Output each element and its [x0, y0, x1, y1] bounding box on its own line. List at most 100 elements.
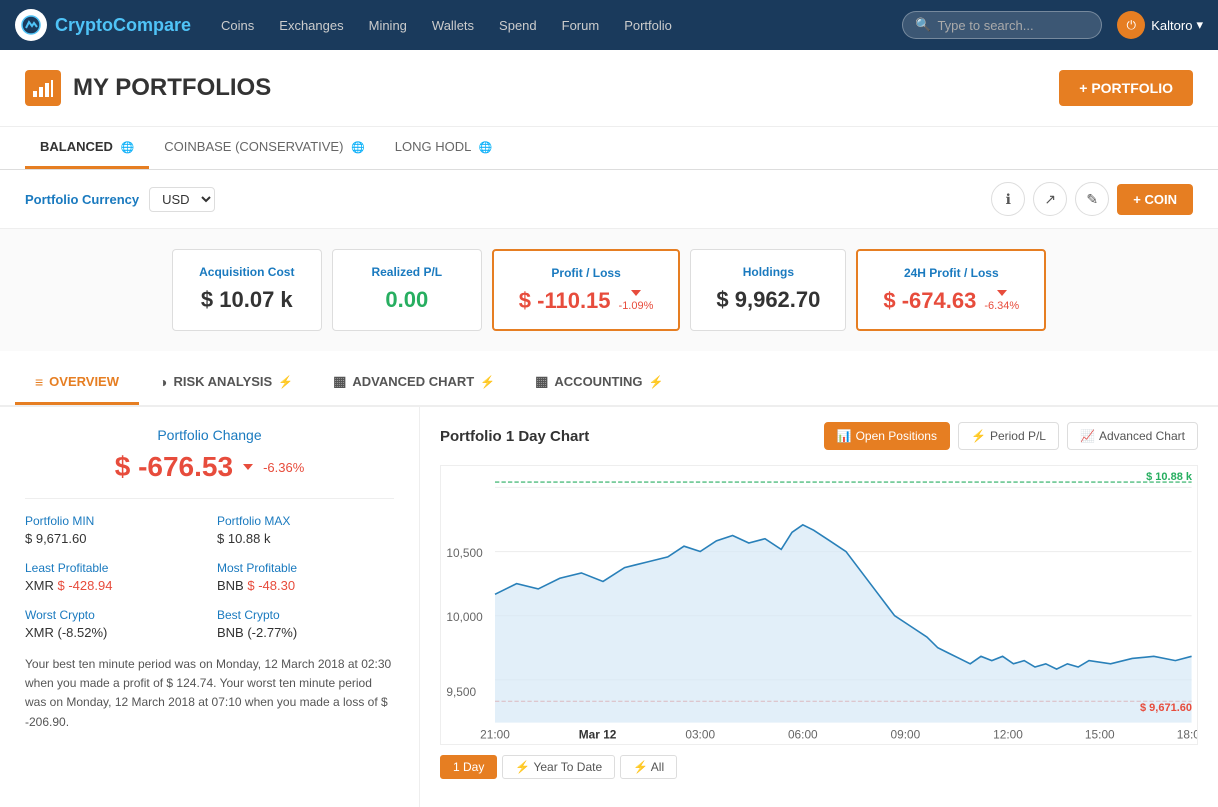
24h-profit-value: $ -674.63 — [883, 288, 976, 314]
accounting-icon: ▦ — [535, 373, 548, 390]
stat-holdings: Holdings $ 9,962.70 — [690, 249, 846, 331]
chart-min-label: $ 9,671.60 — [1140, 702, 1192, 714]
currency-select[interactable]: USD EUR BTC — [149, 187, 215, 212]
holdings-value: $ 9,962.70 — [716, 287, 820, 313]
user-dropdown-icon: ▾ — [1196, 17, 1203, 33]
worst-crypto-label: Worst Crypto — [25, 608, 202, 622]
nav-mining[interactable]: Mining — [359, 13, 417, 38]
tab-coinbase[interactable]: COINBASE (CONSERVATIVE) 🌐 — [149, 127, 379, 169]
portfolio-max: Portfolio MAX $ 10.88 k — [217, 514, 394, 546]
profit-loss-label: Profit / Loss — [519, 266, 654, 280]
logo[interactable]: CryptoCompare — [15, 9, 191, 41]
tab-longhodl[interactable]: LONG HODL 🌐 — [380, 127, 507, 169]
24h-down-arrow — [997, 290, 1007, 296]
chart-lightning-icon: ⚡ — [480, 375, 495, 389]
risk-icon: ◑ — [159, 374, 167, 390]
info-button[interactable]: ℹ — [991, 182, 1025, 216]
description-text: Your best ten minute period was on Monda… — [25, 655, 394, 732]
best-crypto-value: BNB (-2.77%) — [217, 625, 394, 640]
period-ytd[interactable]: ⚡ Year To Date — [502, 755, 615, 779]
globe-icon-longhodl: 🌐 — [478, 142, 492, 154]
24h-profit-sub: -6.34% — [984, 300, 1019, 312]
stat-acquisition: Acquisition Cost $ 10.07 k — [172, 249, 322, 331]
tab-accounting[interactable]: ▦ ACCOUNTING ⚡ — [515, 361, 683, 405]
nav-wallets[interactable]: Wallets — [422, 13, 484, 38]
tab-overview[interactable]: ≡ OVERVIEW — [15, 361, 139, 405]
chart-header: Portfolio 1 Day Chart 📊 Open Positions ⚡… — [440, 422, 1198, 450]
overview-stats-grid: Portfolio MIN $ 9,671.60 Portfolio MAX $… — [25, 514, 394, 640]
nav-exchanges[interactable]: Exchanges — [269, 13, 353, 38]
risk-lightning-icon: ⚡ — [278, 375, 293, 389]
logo-text: CryptoCompare — [55, 15, 191, 36]
tab-balanced[interactable]: BALANCED 🌐 — [25, 127, 149, 169]
portfolio-min-value: $ 9,671.60 — [25, 531, 202, 546]
user-menu[interactable]: ⏻ Kaltoro ▾ — [1117, 11, 1203, 39]
svg-text:10,500: 10,500 — [446, 546, 483, 560]
advanced-chart-icon: 📈 — [1080, 429, 1095, 443]
most-profitable-coin: BNB $ -48.30 — [217, 578, 394, 593]
page-title: MY PORTFOLIOS — [73, 74, 271, 102]
logo-icon — [15, 9, 47, 41]
user-avatar: ⏻ — [1117, 11, 1145, 39]
period-lightning-icon: ⚡ — [971, 429, 986, 443]
nav-spend[interactable]: Spend — [489, 13, 547, 38]
change-pct: -6.36% — [263, 460, 304, 475]
stats-row: Acquisition Cost $ 10.07 k Realized P/L … — [0, 229, 1218, 351]
chart-icon-open: 📊 — [837, 429, 852, 443]
change-title: Portfolio Change — [25, 427, 394, 443]
holdings-label: Holdings — [716, 265, 820, 279]
profit-loss-value: $ -110.15 — [519, 288, 611, 314]
share-button[interactable]: ↗ — [1033, 182, 1067, 216]
tab-advanced-chart[interactable]: ▦ ADVANCED CHART ⚡ — [313, 361, 515, 405]
currency-actions: ℹ ↗ ✎ + COIN — [991, 182, 1193, 216]
nav-portfolio[interactable]: Portfolio — [614, 13, 682, 38]
least-profitable-value: $ -428.94 — [58, 578, 113, 593]
change-down-arrow — [243, 464, 253, 470]
globe-icon-balanced: 🌐 — [121, 142, 135, 154]
chart-title: Portfolio 1 Day Chart — [440, 428, 589, 445]
advanced-chart-button[interactable]: 📈 Advanced Chart — [1067, 422, 1198, 450]
left-panel: Portfolio Change $ -676.53 -6.36% Portfo… — [0, 407, 420, 807]
least-profitable: Least Profitable XMR $ -428.94 — [25, 561, 202, 593]
period-all[interactable]: ⚡ All — [620, 755, 677, 779]
stat-profit-loss: Profit / Loss $ -110.15 -1.09% — [492, 249, 681, 331]
period-all-lightning: ⚡ — [633, 760, 648, 774]
svg-text:06:00: 06:00 — [788, 728, 818, 742]
period-pl-button[interactable]: ⚡ Period P/L — [958, 422, 1059, 450]
svg-text:21:00: 21:00 — [480, 728, 510, 742]
overview-label: OVERVIEW — [49, 374, 119, 389]
chart-label: ADVANCED CHART — [352, 374, 474, 389]
realized-value: 0.00 — [358, 287, 456, 313]
search-input[interactable] — [937, 18, 1089, 33]
portfolio-icon — [25, 70, 61, 106]
chart-actions: 📊 Open Positions ⚡ Period P/L 📈 Advanced… — [824, 422, 1198, 450]
edit-button[interactable]: ✎ — [1075, 182, 1109, 216]
svg-text:18:00: 18:00 — [1177, 728, 1197, 742]
open-positions-button[interactable]: 📊 Open Positions — [824, 422, 950, 450]
chart-svg: 10,500 10,000 9,500 21:00 Mar 12 03:00 0… — [441, 466, 1197, 744]
svg-text:Mar 12: Mar 12 — [579, 728, 617, 742]
best-crypto: Best Crypto BNB (-2.77%) — [217, 608, 394, 640]
period-ytd-lightning: ⚡ — [515, 760, 530, 774]
search-bar[interactable]: 🔍 — [902, 11, 1102, 39]
worst-crypto: Worst Crypto XMR (-8.52%) — [25, 608, 202, 640]
currency-label: Portfolio Currency — [25, 192, 139, 207]
nav-coins[interactable]: Coins — [211, 13, 264, 38]
portfolio-min: Portfolio MIN $ 9,671.60 — [25, 514, 202, 546]
period-1day[interactable]: 1 Day — [440, 755, 497, 779]
svg-text:9,500: 9,500 — [446, 685, 476, 699]
title-wrap: MY PORTFOLIOS — [25, 70, 271, 106]
currency-bar: Portfolio Currency USD EUR BTC ℹ ↗ ✎ + C… — [0, 170, 1218, 229]
risk-label: RISK ANALYSIS — [173, 374, 272, 389]
profit-down-arrow — [631, 290, 641, 296]
best-crypto-label: Best Crypto — [217, 608, 394, 622]
svg-text:15:00: 15:00 — [1085, 728, 1115, 742]
navigation: CryptoCompare Coins Exchanges Mining Wal… — [0, 0, 1218, 50]
section-tabs: ≡ OVERVIEW ◑ RISK ANALYSIS ⚡ ▦ ADVANCED … — [0, 361, 1218, 407]
period-buttons: 1 Day ⚡ Year To Date ⚡ All — [440, 755, 1198, 779]
divider — [25, 498, 394, 499]
add-coin-button[interactable]: + COIN — [1117, 184, 1193, 215]
nav-forum[interactable]: Forum — [552, 13, 610, 38]
add-portfolio-button[interactable]: + PORTFOLIO — [1059, 70, 1193, 106]
tab-risk-analysis[interactable]: ◑ RISK ANALYSIS ⚡ — [139, 361, 313, 405]
